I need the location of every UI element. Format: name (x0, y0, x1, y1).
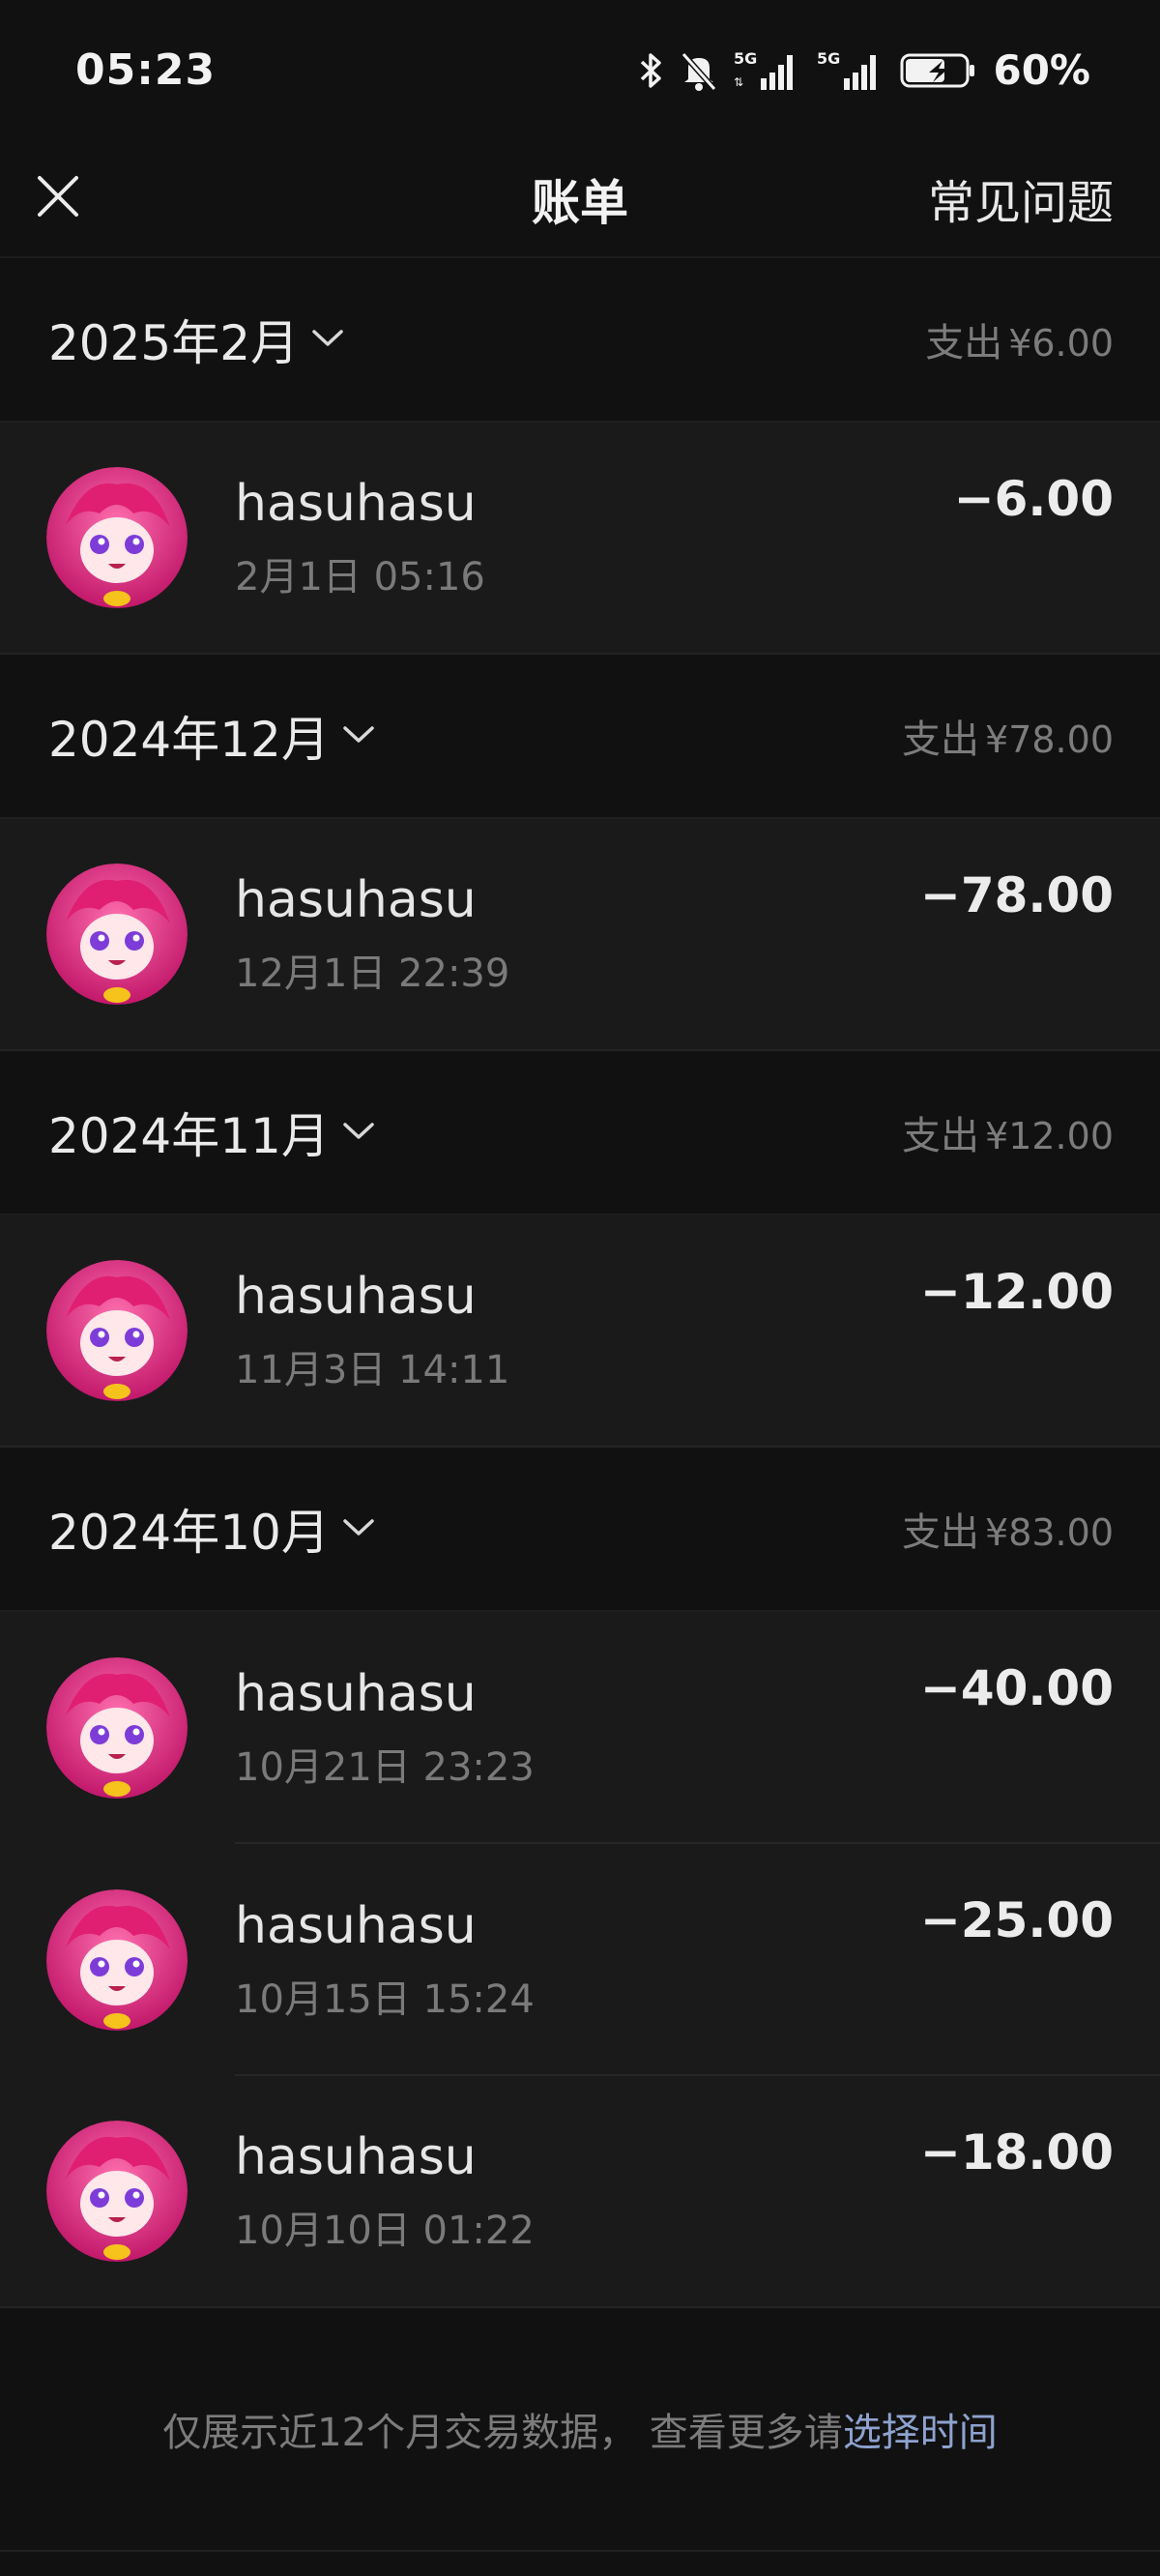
transaction-time: 2月1日 05:16 (235, 555, 485, 600)
transaction-amount: −25.00 (919, 1892, 1114, 1948)
summary-amount: ¥6.00 (1008, 322, 1114, 365)
summary-amount: ¥83.00 (985, 1511, 1114, 1554)
bill-list: 2025年2月 支出 ¥6.00 hasuhasu 2月1日 05:16 −6.… (0, 258, 1160, 2552)
avatar (46, 1657, 188, 1799)
summary-label: 支出 (925, 321, 1003, 366)
month-header[interactable]: 2025年2月 支出 ¥6.00 (0, 258, 1160, 423)
summary-amount: ¥12.00 (985, 1115, 1114, 1157)
avatar (46, 1889, 188, 2031)
merchant-name: hasuhasu (235, 1896, 477, 1955)
chevron-down-icon (341, 1515, 376, 1542)
month-header[interactable]: 2024年10月 支出 ¥83.00 (0, 1448, 1160, 1612)
avatar (46, 864, 188, 1005)
avatar (46, 1260, 188, 1401)
month-label: 2024年11月 (48, 1108, 330, 1164)
summary-amount: ¥78.00 (985, 718, 1114, 761)
transaction-amount: −18.00 (919, 2124, 1114, 2181)
month-label: 2024年12月 (48, 712, 330, 768)
transaction-time: 10月10日 01:22 (235, 2209, 535, 2254)
transaction-row[interactable]: hasuhasu 10月10日 01:22 −18.00 (0, 2076, 1160, 2308)
select-time-link[interactable]: 选择时间 (843, 2401, 998, 2457)
bluetooth-icon (639, 51, 664, 90)
merchant-name: hasuhasu (235, 474, 477, 533)
transaction-row[interactable]: hasuhasu 10月21日 23:23 −40.00 (0, 1612, 1160, 1844)
close-icon (36, 174, 80, 222)
status-bar: 05:23 5G ⇅ 5G 60% (0, 0, 1160, 140)
signal-5g-icon: 5G ⇅ (734, 49, 801, 92)
bottom-divider (0, 2550, 1160, 2552)
month-header[interactable]: 2024年12月 支出 ¥78.00 (0, 655, 1160, 819)
summary-label: 支出 (902, 717, 980, 762)
merchant-name: hasuhasu (235, 1664, 477, 1723)
battery-icon (900, 51, 977, 90)
chevron-down-icon (310, 326, 345, 353)
faq-link[interactable]: 常见问题 (928, 164, 1114, 232)
transaction-time: 11月3日 14:11 (235, 1348, 510, 1393)
month-summary: 支出 ¥78.00 (902, 708, 1114, 764)
transaction-amount: −40.00 (919, 1660, 1114, 1716)
signal-5g-icon: 5G (817, 49, 884, 92)
transaction-time: 10月21日 23:23 (235, 1745, 535, 1791)
svg-text:5G: 5G (734, 49, 757, 68)
footer-note-text: 仅展示近12个月交易数据， 查看更多请 (162, 2411, 843, 2455)
transaction-row[interactable]: hasuhasu 2月1日 05:16 −6.00 (0, 423, 1160, 655)
chevron-down-icon (341, 722, 376, 749)
avatar (46, 467, 188, 608)
svg-text:⇅: ⇅ (734, 75, 743, 89)
battery-percentage: 60% (993, 46, 1090, 94)
header: 账单 常见问题 (0, 140, 1160, 258)
month-summary: 支出 ¥6.00 (925, 311, 1114, 367)
transaction-amount: −78.00 (919, 867, 1114, 923)
status-time: 05:23 (75, 45, 217, 95)
transaction-row[interactable]: hasuhasu 10月15日 15:24 −25.00 (0, 1844, 1160, 2076)
month-header[interactable]: 2024年11月 支出 ¥12.00 (0, 1051, 1160, 1215)
transaction-time: 10月15日 15:24 (235, 1977, 535, 2023)
summary-label: 支出 (902, 1510, 980, 1555)
summary-label: 支出 (902, 1114, 980, 1158)
transaction-row[interactable]: hasuhasu 11月3日 14:11 −12.00 (0, 1215, 1160, 1448)
merchant-name: hasuhasu (235, 2127, 477, 2186)
month-summary: 支出 ¥83.00 (902, 1501, 1114, 1557)
transaction-row[interactable]: hasuhasu 12月1日 22:39 −78.00 (0, 819, 1160, 1051)
status-icons: 5G ⇅ 5G 60% (639, 46, 1090, 94)
footer-note: 仅展示近12个月交易数据， 查看更多请 选择时间 (0, 2308, 1160, 2550)
mute-bell-icon (680, 50, 718, 91)
month-label: 2025年2月 (48, 315, 300, 371)
merchant-name: hasuhasu (235, 870, 477, 929)
transaction-time: 12月1日 22:39 (235, 951, 510, 997)
transaction-amount: −12.00 (919, 1264, 1114, 1320)
svg-text:5G: 5G (817, 49, 840, 68)
chevron-down-icon (341, 1119, 376, 1146)
close-button[interactable] (0, 139, 116, 257)
merchant-name: hasuhasu (235, 1267, 477, 1326)
month-summary: 支出 ¥12.00 (902, 1104, 1114, 1160)
transaction-amount: −6.00 (953, 471, 1114, 527)
month-label: 2024年10月 (48, 1505, 330, 1561)
avatar (46, 2121, 188, 2262)
